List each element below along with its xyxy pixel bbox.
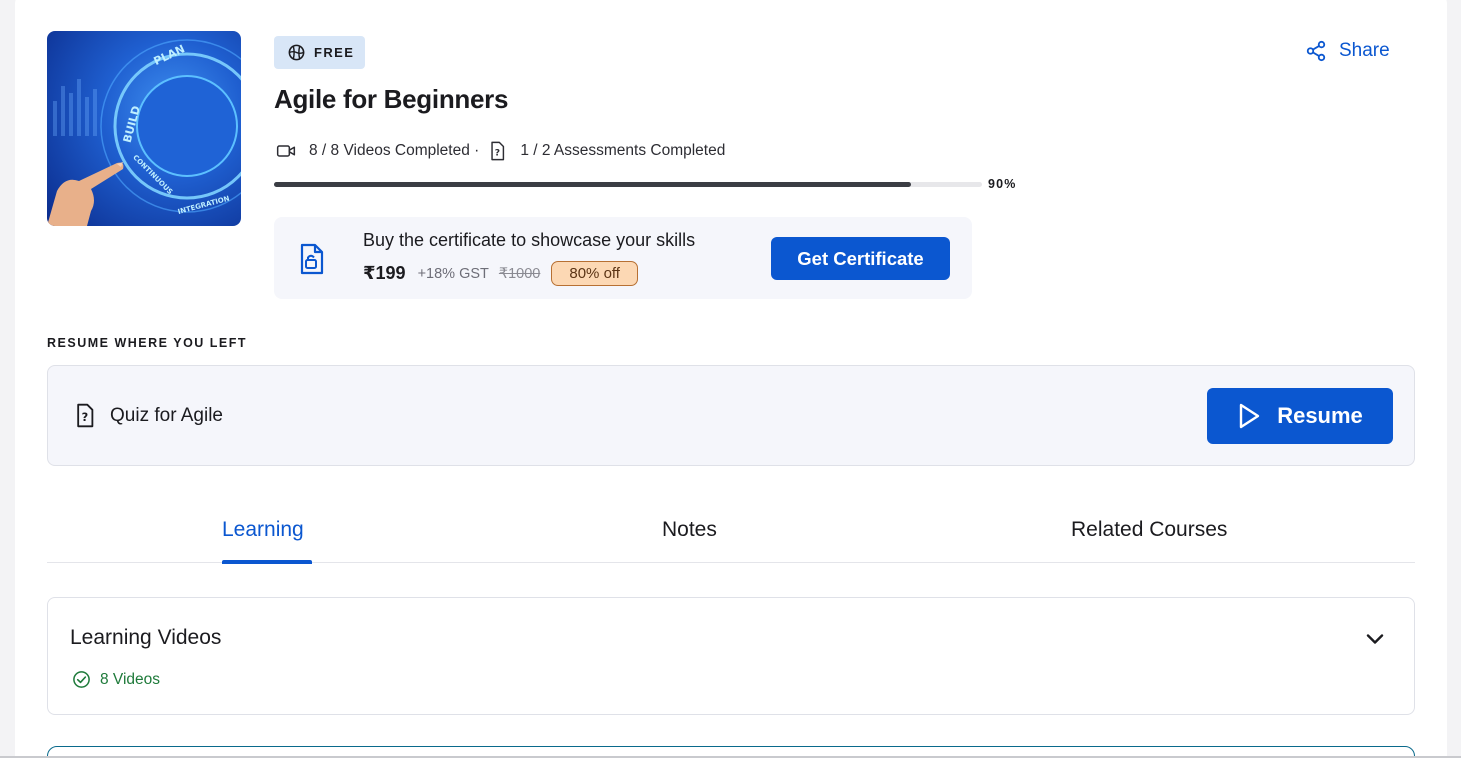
- course-stats: 8 / 8 Videos Completed · ? 1 / 2 Assessm…: [276, 141, 725, 161]
- course-tabs: Learning Notes Related Courses: [47, 505, 1415, 564]
- resume-button[interactable]: Resume: [1207, 388, 1393, 444]
- discount-badge: 80% off: [551, 261, 638, 286]
- learning-videos-count-label: 8 Videos: [100, 670, 161, 688]
- course-thumbnail: PLAN BUILD CONTINUOUS INTEGRATION: [47, 31, 241, 226]
- free-badge: FREE: [274, 36, 365, 69]
- share-label: Share: [1339, 40, 1390, 61]
- certificate-price-row: ₹199 +18% GST ₹1000 80% off: [363, 261, 638, 286]
- learning-videos-accordion[interactable]: Learning Videos 8 Videos: [47, 597, 1415, 715]
- videos-completed-text: 8 / 8 Videos Completed ·: [309, 142, 480, 159]
- resume-card[interactable]: ? Quiz for Agile Resume: [47, 365, 1415, 466]
- share-button[interactable]: Share: [1305, 40, 1390, 62]
- resume-button-label: Resume: [1277, 403, 1363, 428]
- certificate-gst: +18% GST: [417, 265, 489, 282]
- check-circle-icon: [73, 671, 90, 688]
- certificate-heading: Buy the certificate to showcase your ski…: [363, 230, 696, 250]
- badge-globe-icon: [288, 44, 305, 61]
- resume-item-title: Quiz for Agile: [110, 404, 223, 426]
- certificate-panel: Buy the certificate to showcase your ski…: [274, 217, 972, 299]
- share-icon: [1306, 40, 1326, 62]
- play-icon: [1240, 403, 1260, 429]
- progress-percent-label: 90%: [988, 177, 1017, 191]
- course-title: Agile for Beginners: [274, 84, 509, 114]
- course-progress-bar: [274, 182, 982, 187]
- resume-section-label: RESUME WHERE YOU LEFT: [47, 336, 248, 350]
- assessment-icon: ?: [489, 141, 506, 161]
- badge-label: FREE: [314, 45, 355, 60]
- resume-item[interactable]: ? Quiz for Agile: [74, 403, 223, 428]
- course-progress-fill: [274, 182, 912, 187]
- learning-videos-count: 8 Videos: [72, 670, 160, 689]
- tab-notes[interactable]: Notes: [662, 518, 717, 542]
- assessments-completed-text: 1 / 2 Assessments Completed: [520, 142, 726, 159]
- certificate-lock-icon: [298, 243, 326, 280]
- video-icon: [276, 142, 296, 160]
- active-tab-indicator: [222, 560, 312, 564]
- tab-related-courses[interactable]: Related Courses: [1071, 518, 1227, 542]
- tab-learning[interactable]: Learning: [222, 518, 304, 542]
- certificate-original-price: ₹1000: [498, 265, 541, 282]
- quiz-icon: ?: [77, 403, 94, 428]
- agile-cycle-image: PLAN BUILD CONTINUOUS INTEGRATION: [47, 39, 241, 226]
- svg-text:?: ?: [495, 149, 500, 159]
- certificate-price: ₹199: [363, 263, 406, 283]
- learning-videos-title: Learning Videos: [70, 626, 222, 649]
- get-certificate-button[interactable]: Get Certificate: [771, 237, 950, 280]
- svg-text:?: ?: [82, 410, 89, 424]
- chevron-down-icon[interactable]: [1364, 628, 1386, 655]
